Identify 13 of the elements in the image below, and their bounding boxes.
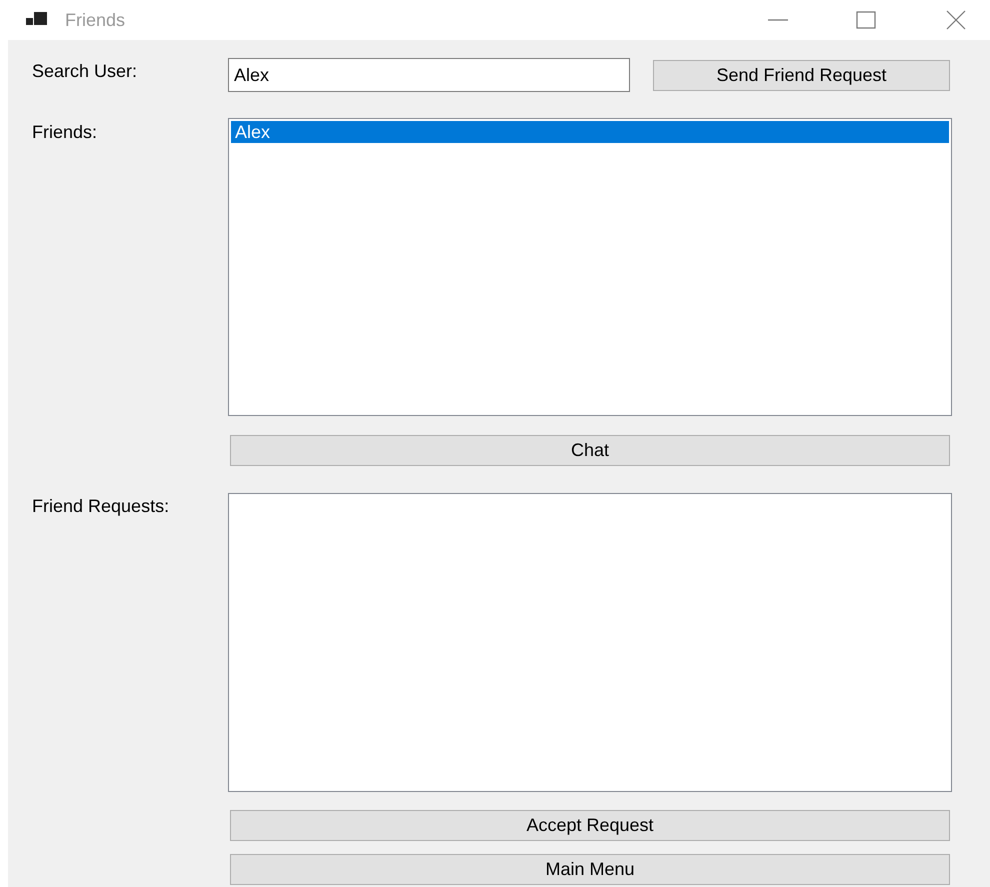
send-request-button[interactable]: Send Friend Request xyxy=(653,60,950,91)
app-icon xyxy=(26,12,48,28)
main-menu-button[interactable]: Main Menu xyxy=(230,854,950,885)
close-icon[interactable] xyxy=(946,10,966,30)
field-label: Search User: xyxy=(32,61,138,81)
field-label: Friend Requests: xyxy=(32,496,170,516)
chat-button[interactable]: Chat xyxy=(230,435,950,466)
field-label: Friends: xyxy=(32,122,98,142)
window-title: Friends xyxy=(65,8,126,32)
maximize-icon[interactable] xyxy=(856,11,876,29)
list-item[interactable]: Alex xyxy=(231,121,949,143)
search-field[interactable]: Alex xyxy=(228,58,630,92)
accept-request-button[interactable]: Accept Request xyxy=(230,810,950,841)
